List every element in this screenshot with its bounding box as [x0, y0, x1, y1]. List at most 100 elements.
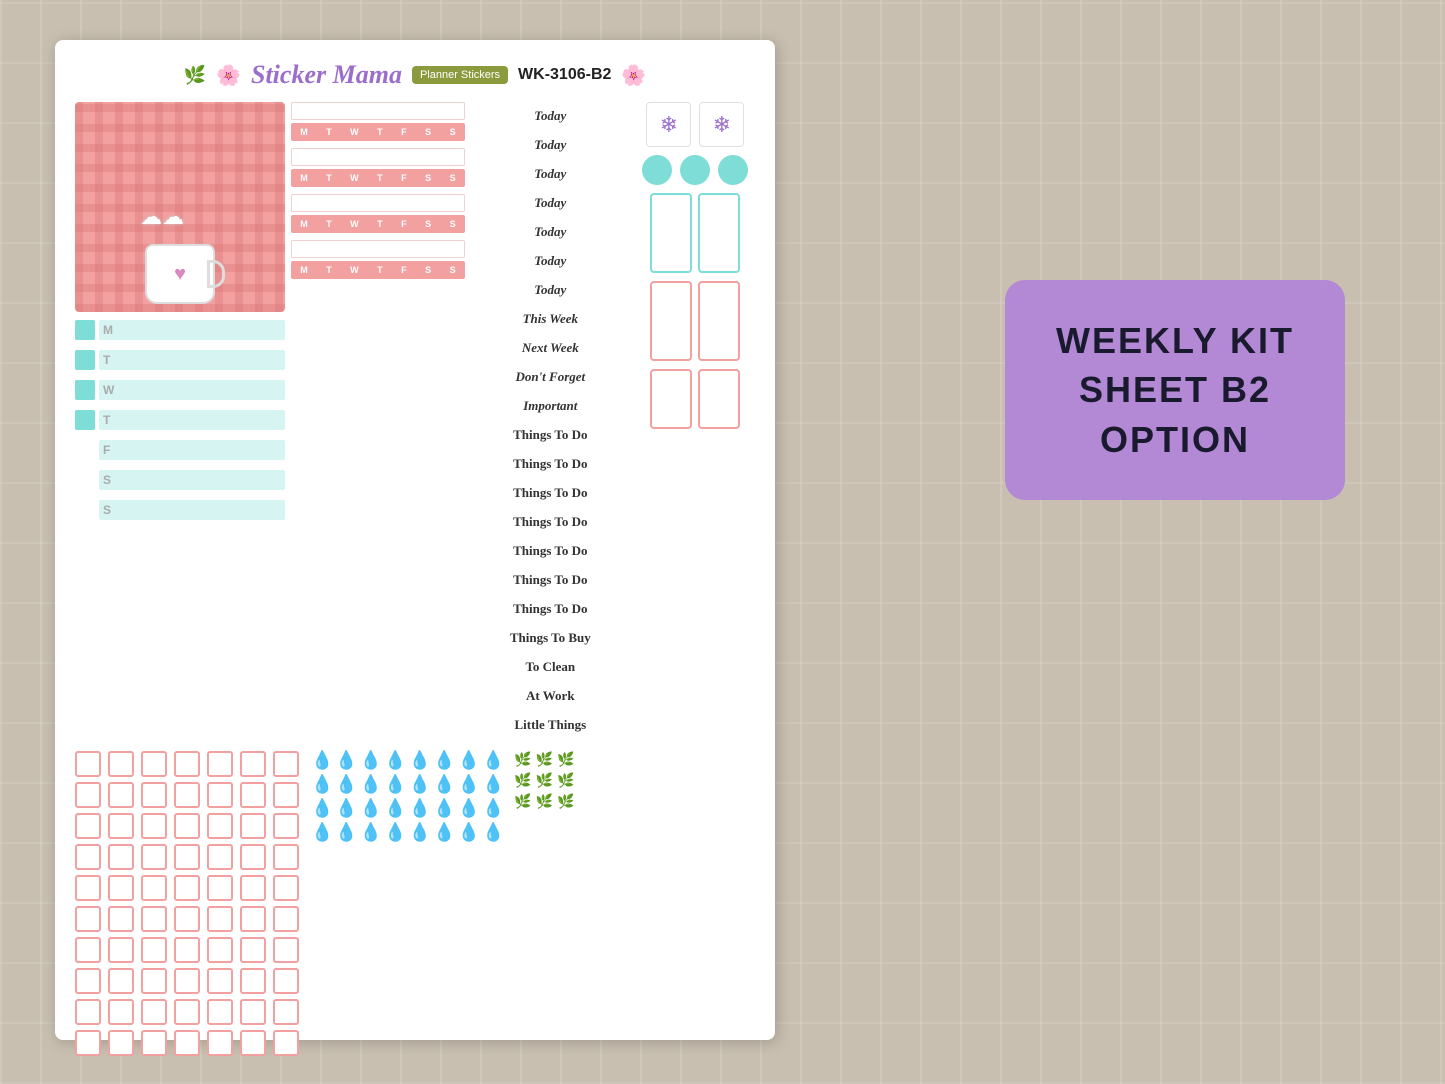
label-today-6: Today [471, 247, 630, 275]
cb-13 [240, 782, 266, 808]
cb-7 [273, 751, 299, 777]
cb-37 [108, 906, 134, 932]
cb-69 [240, 1030, 266, 1056]
cb-5 [207, 751, 233, 777]
cb-56 [273, 968, 299, 994]
label-next-week: Next Week [471, 334, 630, 362]
days-section: M T W T F [75, 316, 285, 524]
cal-blank-1 [291, 102, 465, 120]
drop-30: 💧 [433, 823, 455, 841]
cb-3 [141, 751, 167, 777]
cb-62 [240, 999, 266, 1025]
snowflake-1: ❄ [646, 102, 691, 147]
day-checkbox-s2 [75, 500, 95, 520]
drop-18: 💧 [335, 799, 357, 817]
label-dont-forget: Don't Forget [471, 363, 630, 391]
cal-blank-3 [291, 194, 465, 212]
cb-49 [273, 937, 299, 963]
cal-days-2: MTWTFSS [291, 169, 465, 187]
today-label-col: Today Today Today Today Today Today Toda… [471, 102, 630, 739]
cb-70 [273, 1030, 299, 1056]
cb-19 [207, 813, 233, 839]
drop-22: 💧 [433, 799, 455, 817]
day-row-t1: T [75, 346, 285, 374]
cb-32 [174, 875, 200, 901]
deco-col: ❄ ❄ [636, 102, 755, 739]
cal-row-2: MTWTFSS [291, 148, 465, 187]
rect-pink-4 [698, 369, 740, 429]
label-important: Important [471, 392, 630, 420]
cal-blank-2 [291, 148, 465, 166]
day-checkbox-t2 [75, 410, 95, 430]
cal-days-3: MTWTFSS [291, 215, 465, 233]
drop-27: 💧 [360, 823, 382, 841]
cb-57 [75, 999, 101, 1025]
rect-pink-3 [650, 369, 692, 429]
mini-sf-1: 🌿 [514, 751, 531, 768]
drop-1: 💧 [311, 751, 333, 769]
cb-55 [240, 968, 266, 994]
cb-52 [141, 968, 167, 994]
mini-sf-5: 🌿 [536, 772, 553, 789]
flower-left-icon: 🌸 [216, 63, 241, 88]
cb-9 [108, 782, 134, 808]
drop-13: 💧 [409, 775, 431, 793]
day-row-t2: T [75, 406, 285, 434]
cb-8 [75, 782, 101, 808]
cal-days-1: MTWTFSS [291, 123, 465, 141]
flower-right-icon: 🌸 [621, 63, 646, 88]
cb-17 [141, 813, 167, 839]
snowflake-pair: ❄ ❄ [646, 102, 744, 147]
day-row-s2: S [75, 496, 285, 524]
plaid-section: ☁☁ ♥ [75, 102, 285, 312]
drop-15: 💧 [458, 775, 480, 793]
day-row-s1: S [75, 466, 285, 494]
sticker-sheet: 🌿 🌸 Sticker Mama Planner Stickers WK-310… [55, 40, 775, 1040]
label-little-things: Little Things [471, 711, 630, 739]
label-things-1: Things To Do [471, 421, 630, 449]
cb-29 [75, 875, 101, 901]
drop-4: 💧 [384, 751, 406, 769]
drop-26: 💧 [335, 823, 357, 841]
cb-23 [108, 844, 134, 870]
checkbox-grid-wrapper [75, 751, 301, 1056]
cb-24 [141, 844, 167, 870]
info-line1: WEEKLY KIT [1056, 321, 1294, 361]
cb-28 [273, 844, 299, 870]
label-today-4: Today [471, 189, 630, 217]
day-checkbox-s1 [75, 470, 95, 490]
cb-30 [108, 875, 134, 901]
leaf-left-icon: 🌿 [184, 65, 206, 86]
mini-snowflake-col: 🌿 🌿 🌿 🌿 🌿 🌿 🌿 🌿 🌿 [514, 751, 574, 1056]
drops-row-2: 💧 💧 💧 💧 💧 💧 💧 💧 [311, 775, 504, 793]
drop-2: 💧 [335, 751, 357, 769]
header: 🌿 🌸 Sticker Mama Planner Stickers WK-310… [75, 60, 755, 90]
mini-sf-3: 🌿 [557, 751, 574, 768]
drop-23: 💧 [458, 799, 480, 817]
info-box: WEEKLY KIT SHEET B2 OPTION [1005, 280, 1345, 500]
cb-46 [174, 937, 200, 963]
label-to-clean: To Clean [471, 653, 630, 681]
top-section: ☁☁ ♥ M T W [75, 102, 755, 739]
cb-22 [75, 844, 101, 870]
kit-code: WK-3106-B2 [518, 66, 611, 84]
drop-16: 💧 [482, 775, 504, 793]
cal-row-4: MTWTFSS [291, 240, 465, 279]
teal-dot-2 [680, 155, 710, 185]
day-row-m: M [75, 316, 285, 344]
cb-60 [174, 999, 200, 1025]
day-checkbox-t1 [75, 350, 95, 370]
mug-body: ♥ [145, 244, 215, 304]
mini-sf-row-2: 🌿 🌿 🌿 [514, 772, 574, 789]
planner-badge: Planner Stickers [412, 66, 508, 84]
cb-59 [141, 999, 167, 1025]
cb-63 [273, 999, 299, 1025]
rect-pink-pair [650, 281, 740, 361]
cb-40 [207, 906, 233, 932]
mini-sf-9: 🌿 [557, 793, 574, 810]
day-row-w: W [75, 376, 285, 404]
label-today-5: Today [471, 218, 630, 246]
label-today-1: Today [471, 102, 630, 130]
info-line2: SHEET B2 [1079, 370, 1271, 410]
label-at-work: At Work [471, 682, 630, 710]
